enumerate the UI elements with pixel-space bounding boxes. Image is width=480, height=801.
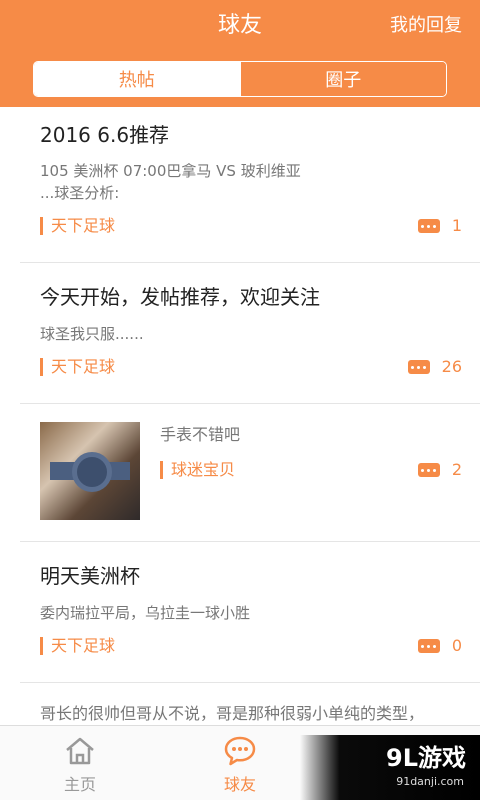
- post-body-line: 哥长的很帅但哥从不说，哥是那种很弱小单纯的类型，: [40, 704, 425, 723]
- comment-count-label: 1: [451, 216, 462, 235]
- chat-icon: [224, 736, 256, 766]
- app-header: 球友 我的回复 热帖 圈子: [0, 0, 480, 107]
- comment-icon: [417, 639, 440, 653]
- comment-count-label: 26: [441, 357, 462, 376]
- tab-circles[interactable]: 圈子: [239, 62, 446, 96]
- post-body-line: 105 美洲杯 07:00巴拿马 VS 玻利维亚: [40, 162, 301, 180]
- post-tag[interactable]: 天下足球: [40, 635, 115, 657]
- list-item[interactable]: 今天开始，发帖推荐，欢迎关注 球圣我只服...... 天下足球 26: [20, 263, 480, 404]
- comment-count[interactable]: 0: [417, 635, 462, 657]
- comment-icon: [407, 360, 430, 374]
- post-tag[interactable]: 球迷宝贝: [160, 459, 235, 481]
- watch-face: [72, 452, 112, 492]
- tag-label: 天下足球: [51, 636, 116, 655]
- comment-count[interactable]: 1: [417, 215, 462, 237]
- tag-marker: [160, 461, 163, 479]
- post-body-line: 委内瑞拉平局，乌拉圭一球小胜: [40, 604, 251, 622]
- comment-count[interactable]: 26: [407, 356, 462, 378]
- comment-count-label: 2: [451, 460, 462, 479]
- my-replies-button[interactable]: 我的回复: [390, 13, 462, 39]
- comment-count[interactable]: 2: [417, 459, 462, 481]
- tag-marker: [40, 217, 43, 235]
- post-thumbnail[interactable]: [40, 422, 140, 520]
- comment-count-label: 0: [451, 636, 462, 655]
- post-body-line: 手表不错吧: [160, 425, 241, 444]
- list-item[interactable]: 手表不错吧 球迷宝贝 2: [20, 404, 480, 542]
- list-item[interactable]: 2016 6.6推荐 105 美洲杯 07:00巴拿马 VS 玻利维亚 ...球…: [20, 107, 480, 263]
- tag-label: 球迷宝贝: [171, 460, 236, 479]
- post-title: 明天美洲杯: [40, 564, 140, 588]
- post-title: 今天开始，发帖推荐，欢迎关注: [40, 285, 320, 309]
- list-item[interactable]: 明天美洲杯 委内瑞拉平局，乌拉圭一球小胜 天下足球 0: [20, 542, 480, 683]
- watermark-url: 91danji.com: [396, 775, 464, 788]
- comment-icon: [417, 219, 440, 233]
- tab-label: 主页: [63, 775, 96, 794]
- post-body-line: 球圣我只服......: [40, 325, 144, 343]
- tab-home[interactable]: 主页: [0, 726, 160, 801]
- tab-label: 球友: [223, 775, 256, 794]
- comment-icon: [417, 463, 440, 477]
- tab-hot-posts[interactable]: 热帖: [34, 62, 240, 96]
- tab-friends[interactable]: 球友: [160, 726, 320, 801]
- post-tag[interactable]: 天下足球: [40, 215, 115, 237]
- segmented-control: 热帖 圈子: [33, 61, 447, 97]
- home-icon: [66, 737, 94, 765]
- watermark-logo: 9L游戏: [386, 744, 466, 772]
- post-tag[interactable]: 天下足球: [40, 356, 115, 378]
- tag-marker: [40, 637, 43, 655]
- tag-marker: [40, 358, 43, 376]
- tag-label: 天下足球: [51, 216, 116, 235]
- post-title: 2016 6.6推荐: [40, 123, 170, 147]
- site-watermark: 9L游戏 91danji.com: [300, 735, 480, 800]
- tag-label: 天下足球: [51, 357, 116, 376]
- post-body-line: ...球圣分析:: [40, 184, 120, 202]
